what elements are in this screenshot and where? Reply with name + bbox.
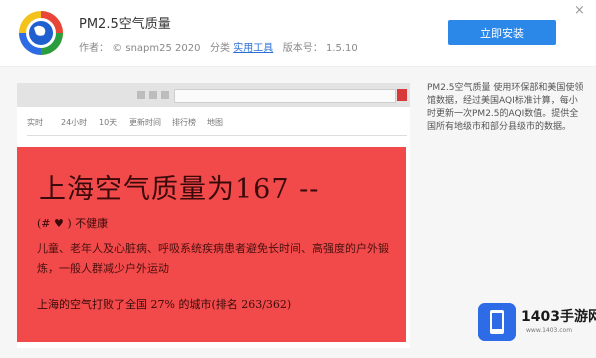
aqi-status: (# ♥ ) 不健康 [37, 217, 109, 230]
nav-item: 10天 [99, 118, 118, 127]
extension-icon [397, 89, 407, 101]
app-screenshot: 实时 24小时 10天 更新时间 排行榜 地图 上海空气质量为167 -- (#… [17, 83, 410, 348]
nav-item: 更新时间 [129, 118, 161, 127]
browser-button-icon [137, 91, 145, 99]
install-button[interactable]: 立即安装 [448, 20, 556, 45]
version-value: 1.5.10 [325, 43, 358, 54]
site-watermark: 1403手游网 www.1403.com [478, 294, 596, 350]
watermark-text: 1403手游网 [521, 309, 596, 325]
nav-item: 排行榜 [172, 118, 196, 127]
nav-divider [27, 135, 407, 136]
nav-item: 地图 [207, 118, 223, 127]
app-description: PM2.5空气质量 使用环保部和美国使领馆数据，经过美国AQI标准计算，每小时更… [427, 83, 584, 132]
browser-button-icon [161, 91, 169, 99]
nav-item: 实时 [27, 118, 43, 127]
category-link[interactable]: 实用工具 [233, 43, 273, 54]
health-advice: 儿童、老年人及心脏病、呼吸系统疾病患者避免长时间、高强度的户外锻炼，一般人群减少… [37, 242, 389, 275]
close-icon[interactable]: × [574, 3, 585, 18]
phone-icon [478, 303, 516, 341]
category-label: 分类 [210, 43, 231, 54]
watermark-url: www.1403.com [526, 327, 573, 334]
aqi-headline: 上海空气质量为167 -- [39, 174, 320, 205]
app-header: PM2.5空气质量 作者： © snapm25 2020 分类 实用工具 版本号… [0, 0, 596, 66]
city-ranking: 上海的空气打败了全国 27% 的城市(排名 263/362) [37, 298, 292, 311]
version-label: 版本号： [282, 43, 323, 54]
app-meta: 作者： © snapm25 2020 分类 实用工具 版本号： 1.5.10 [79, 39, 358, 54]
app-globe-icon [19, 11, 63, 55]
screenshot-browser-bar [17, 83, 410, 107]
author-label: 作者： [79, 43, 109, 54]
nav-item: 24小时 [61, 118, 88, 127]
screenshot-nav: 实时 24小时 10天 更新时间 排行榜 地图 [17, 117, 410, 131]
author-name: © snapm25 2020 [112, 43, 201, 54]
browser-button-icon [149, 91, 157, 99]
screenshot-address-bar [174, 89, 396, 103]
air-quality-panel: 上海空气质量为167 -- (# ♥ ) 不健康 儿童、老年人及心脏病、呼吸系统… [17, 147, 406, 342]
app-title: PM2.5空气质量 [79, 17, 171, 32]
